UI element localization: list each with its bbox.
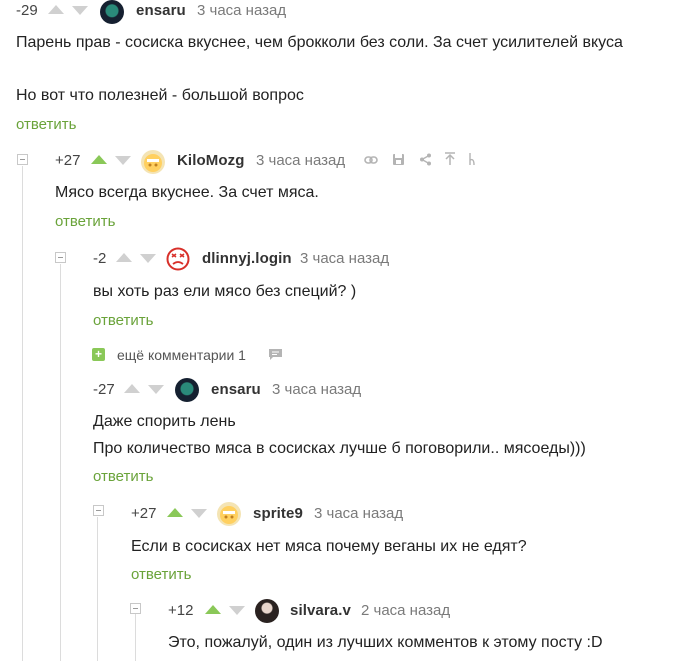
reply-button[interactable]: ответить <box>93 312 153 329</box>
arrow-up-icon[interactable] <box>91 155 107 164</box>
comment-time[interactable]: 3 часа назад <box>272 381 361 398</box>
comment-time[interactable]: 2 часа назад <box>361 602 450 619</box>
comment-text-line: Если в сосисках нет мяса почему веганы и… <box>131 538 527 555</box>
comment-author[interactable]: KiloMozg <box>177 152 244 169</box>
comment-author[interactable]: ensaru <box>136 2 186 19</box>
go-to-parent-icon[interactable] <box>444 152 456 166</box>
comment-text-line: Парень прав - сосиска вкуснее, чем брокк… <box>16 34 623 51</box>
link-icon[interactable] <box>364 154 378 166</box>
arrow-down-icon[interactable] <box>148 385 164 394</box>
user-avatar[interactable] <box>141 150 165 174</box>
user-avatar[interactable] <box>217 502 241 526</box>
arrow-up-icon[interactable] <box>116 253 132 262</box>
arrow-up-icon[interactable] <box>205 605 221 614</box>
share-icon[interactable] <box>419 153 432 166</box>
collapse-button[interactable] <box>130 603 141 614</box>
arrow-down-icon[interactable] <box>140 254 156 263</box>
comment-author[interactable]: dlinnyj.login <box>202 250 292 267</box>
comment-text-line: вы хоть раз ели мясо без специй? ) <box>93 283 357 300</box>
arrow-up-icon[interactable] <box>124 384 140 393</box>
comment-time[interactable]: 3 часа назад <box>197 2 286 19</box>
reply-button[interactable]: ответить <box>131 566 191 583</box>
comment-text-line: Это, пожалуй, один из лучших комментов к… <box>168 634 603 651</box>
comment-text-line: Про количество мяса в сосисках лучше б п… <box>93 440 586 457</box>
comment-rating: +12 <box>168 602 194 619</box>
save-icon[interactable] <box>392 153 405 166</box>
arrow-down-icon[interactable] <box>72 6 88 15</box>
more-comments-link[interactable]: ещё комментарии 1 <box>117 347 246 363</box>
thread-line[interactable] <box>135 614 136 661</box>
reply-button[interactable]: ответить <box>16 116 76 133</box>
user-avatar[interactable] <box>175 378 199 402</box>
arrow-down-icon[interactable] <box>115 156 131 165</box>
avatar-face-icon <box>220 506 238 524</box>
collapse-button[interactable] <box>93 505 104 516</box>
comment-rating: +27 <box>131 505 157 522</box>
collapse-button[interactable] <box>17 154 28 165</box>
comment-text-line: Но вот что полезней - большой вопрос <box>16 87 304 104</box>
user-avatar[interactable] <box>166 247 190 271</box>
user-avatar[interactable] <box>255 599 279 623</box>
comment-rating: -29 <box>16 2 38 19</box>
comment-time[interactable]: 3 часа назад <box>300 250 389 267</box>
comment-time[interactable]: 3 часа назад <box>256 152 345 169</box>
comment-rating: -27 <box>93 381 115 398</box>
thread-line[interactable] <box>60 264 61 661</box>
comment-rating: -2 <box>93 250 107 267</box>
comment-text-line: Даже спорить лень <box>93 413 236 430</box>
avatar-face-icon <box>144 154 162 172</box>
arrow-down-icon[interactable] <box>191 509 207 518</box>
go-to-root-icon[interactable] <box>468 152 476 166</box>
arrow-up-icon[interactable] <box>48 5 64 14</box>
expand-more-icon[interactable]: + <box>92 348 105 361</box>
comment-text-line: Мясо всегда вкуснее. За счет мяса. <box>55 184 319 201</box>
comment-time[interactable]: 3 часа назад <box>314 505 403 522</box>
user-avatar[interactable] <box>100 0 124 24</box>
comment-bubble-icon <box>269 349 282 360</box>
thread-line[interactable] <box>22 166 23 661</box>
reply-button[interactable]: ответить <box>55 213 115 230</box>
comment-author[interactable]: ensaru <box>211 381 261 398</box>
comment-author[interactable]: silvara.v <box>290 602 351 619</box>
comment-rating: +27 <box>55 152 81 169</box>
arrow-up-icon[interactable] <box>167 508 183 517</box>
thread-line[interactable] <box>97 517 98 661</box>
collapse-button[interactable] <box>55 252 66 263</box>
arrow-down-icon[interactable] <box>229 606 245 615</box>
comment-author[interactable]: sprite9 <box>253 505 303 522</box>
reply-button[interactable]: ответить <box>93 468 153 485</box>
